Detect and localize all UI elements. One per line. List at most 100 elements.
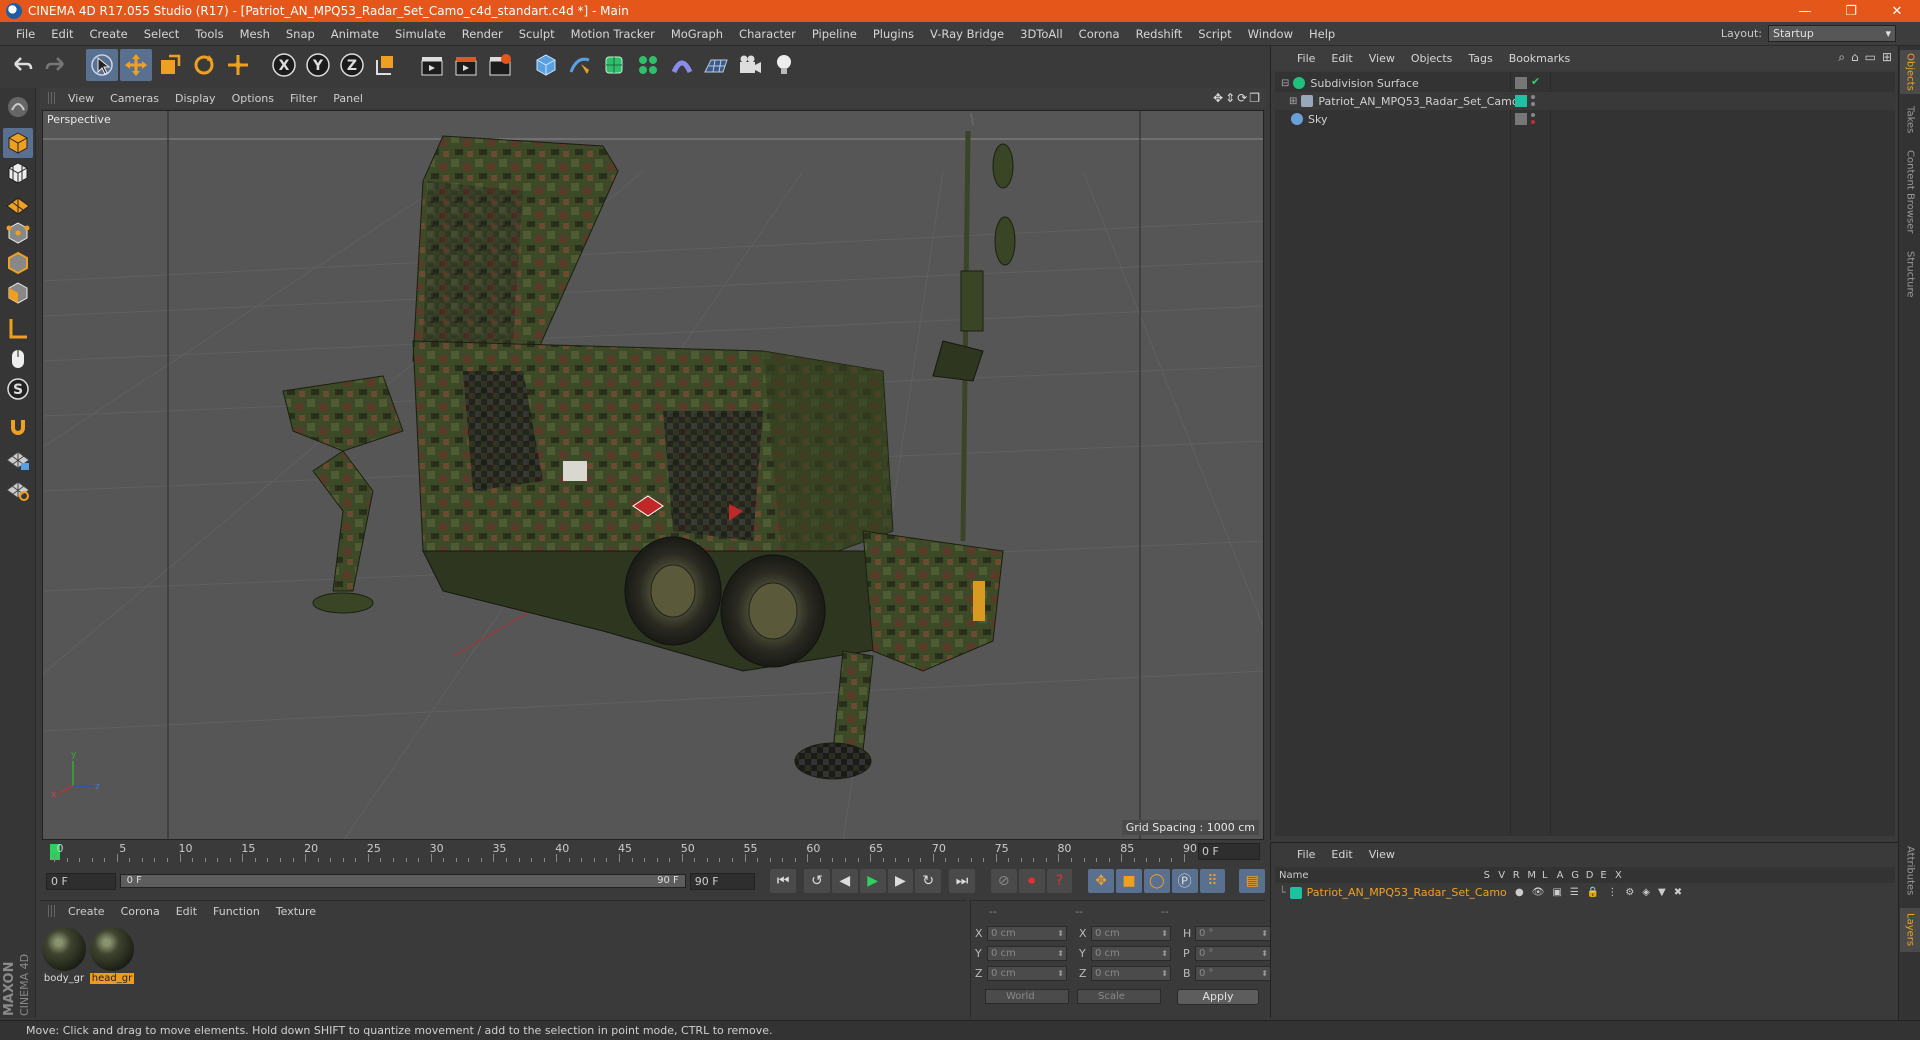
cube-primitive-button[interactable] — [530, 49, 562, 81]
menu-file[interactable]: File — [8, 27, 43, 41]
tab-content-browser[interactable]: Content Browser — [1900, 146, 1920, 238]
menu-window[interactable]: Window — [1240, 27, 1301, 41]
collapse-toggle-icon[interactable]: ⊟ — [1281, 78, 1289, 89]
menu-animate[interactable]: Animate — [323, 27, 387, 41]
object-menu-edit[interactable]: Edit — [1323, 52, 1360, 65]
material-menu-function[interactable]: Function — [205, 905, 268, 918]
viewport-menu-cameras[interactable]: Cameras — [102, 92, 167, 105]
home-icon[interactable]: ⌂ — [1851, 50, 1859, 65]
subdivision-surface-button[interactable] — [598, 49, 630, 81]
expression-icon[interactable]: ▼ — [1658, 887, 1666, 898]
object-row-patriot[interactable]: ⊞ Patriot_AN_MPQ53_Radar_Set_Camo — [1275, 92, 1895, 110]
make-editable-button[interactable] — [3, 92, 33, 122]
size-mode-dropdown[interactable]: Scale — [1077, 989, 1161, 1004]
material-body-gr[interactable]: body_gr — [42, 927, 86, 984]
tab-structure[interactable]: Structure — [1900, 246, 1920, 302]
render-settings-button[interactable] — [484, 49, 516, 81]
end-frame-field[interactable]: 90 F — [689, 872, 756, 890]
start-frame-field[interactable]: 0 F — [46, 872, 116, 890]
viewport-menu-panel[interactable]: Panel — [325, 92, 371, 105]
render-visibility-dot[interactable] — [1531, 120, 1535, 124]
workplane-mode-button[interactable] — [3, 188, 33, 218]
layer-column-x[interactable]: X — [1615, 870, 1622, 881]
rotation-h-field[interactable]: 0 ° — [1195, 926, 1271, 941]
next-frame-button[interactable]: ▶ — [887, 869, 914, 893]
live-selection-button[interactable] — [86, 49, 118, 81]
points-mode-button[interactable] — [3, 218, 33, 248]
layer-color-icon[interactable] — [1289, 886, 1302, 899]
rotate-tool-button[interactable] — [188, 49, 220, 81]
next-key-button[interactable]: ↻ — [915, 869, 942, 893]
layer-column-r[interactable]: R — [1513, 870, 1520, 881]
menu-plugins[interactable]: Plugins — [865, 27, 922, 41]
menu-motion-tracker[interactable]: Motion Tracker — [563, 27, 663, 41]
layer-column-d[interactable]: D — [1586, 870, 1594, 881]
layer-menu-edit[interactable]: Edit — [1323, 848, 1360, 861]
menu-sculpt[interactable]: Sculpt — [511, 27, 563, 41]
apply-button[interactable]: Apply — [1177, 989, 1259, 1005]
y-axis-lock-button[interactable]: Y — [302, 49, 334, 81]
layer-row-patriot[interactable]: └ Patriot_AN_MPQ53_Radar_Set_Camo ● 👁 ▣ … — [1275, 884, 1895, 901]
tab-layers[interactable]: Layers — [1900, 908, 1920, 952]
key-pla-button[interactable]: ⠿ — [1199, 869, 1226, 893]
object-row-sky[interactable]: Sky — [1275, 110, 1895, 128]
viewport-menu-filter[interactable]: Filter — [282, 92, 325, 105]
menu-tools[interactable]: Tools — [187, 27, 231, 41]
object-menu-view[interactable]: View — [1361, 52, 1403, 65]
solo-dot-icon[interactable]: ● — [1515, 887, 1524, 898]
workplane-lock-button[interactable] — [3, 444, 33, 474]
menu-edit[interactable]: Edit — [43, 27, 81, 41]
material-head-gr[interactable]: head_gr — [90, 927, 134, 984]
polygons-mode-button[interactable] — [3, 278, 33, 308]
layer-column-e[interactable]: E — [1600, 870, 1606, 881]
key-position-button[interactable]: ✥ — [1088, 869, 1115, 893]
layer-menu-file[interactable]: File — [1289, 848, 1323, 861]
z-axis-lock-button[interactable]: Z — [336, 49, 368, 81]
tab-takes[interactable]: Takes — [1900, 102, 1920, 138]
viewport-menu-options[interactable]: Options — [224, 92, 282, 105]
layout-dropdown[interactable]: Startup — [1768, 25, 1896, 42]
zoom-view-icon[interactable]: ⇕ — [1225, 91, 1235, 105]
viewport-menu-view[interactable]: View — [60, 92, 102, 105]
perspective-viewport[interactable]: y z x Perspective Grid Spacing : 1000 cm — [42, 110, 1264, 840]
go-to-end-button[interactable]: ⏭ — [949, 869, 975, 893]
tab-attributes[interactable]: Attributes — [1900, 840, 1920, 902]
position-x-field[interactable]: 0 cm — [987, 926, 1067, 941]
menu-create[interactable]: Create — [82, 27, 136, 41]
new-window-icon[interactable]: ▭ — [1865, 50, 1876, 65]
timeline-ruler[interactable]: 0 5 10 15 20 25 30 35 40 45 50 55 60 65 70 75 80 85 90 0 F — [40, 840, 1266, 864]
lock-icon[interactable]: 🔒 — [1587, 887, 1599, 898]
previous-frame-button[interactable]: ◀ — [831, 869, 858, 893]
tab-objects[interactable]: Objects — [1900, 50, 1920, 94]
key-rotation-button[interactable]: ◯ — [1143, 869, 1170, 893]
layer-menu-view[interactable]: View — [1361, 848, 1403, 861]
move-view-icon[interactable]: ✥ — [1213, 91, 1223, 105]
redo-button[interactable] — [40, 49, 72, 81]
generator-icon[interactable]: ⚙ — [1625, 887, 1634, 898]
object-row-subdivision-surface[interactable]: ⊟ Subdivision Surface ✔ — [1275, 74, 1895, 92]
material-menu-create[interactable]: Create — [60, 905, 113, 918]
menu-v-ray-bridge[interactable]: V-Ray Bridge — [922, 27, 1012, 41]
maximize-view-icon[interactable]: ❐ — [1249, 91, 1260, 105]
previous-key-button[interactable]: ↺ — [804, 869, 830, 893]
menu-simulate[interactable]: Simulate — [387, 27, 454, 41]
layer-column-v[interactable]: V — [1498, 870, 1505, 881]
render-clapper-icon[interactable]: ▣ — [1552, 887, 1561, 898]
rotate-view-icon[interactable]: ⟳ — [1237, 91, 1247, 105]
coordinate-space-dropdown[interactable]: World — [985, 989, 1069, 1004]
menu-help[interactable]: Help — [1301, 27, 1343, 41]
object-menu-objects[interactable]: Objects — [1403, 52, 1461, 65]
material-menu-edit[interactable]: Edit — [168, 905, 205, 918]
menu-mograph[interactable]: MoGraph — [663, 27, 731, 41]
xref-icon[interactable]: ✖ — [1674, 887, 1682, 898]
timeline-window-button[interactable]: ▤ — [1239, 869, 1266, 893]
menu-mesh[interactable]: Mesh — [232, 27, 278, 41]
axis-mode-button[interactable] — [3, 314, 33, 344]
menu-character[interactable]: Character — [731, 27, 804, 41]
record-keys-button[interactable]: ⏺ — [1018, 869, 1045, 893]
position-z-field[interactable]: 0 cm — [987, 966, 1067, 981]
array-generator-button[interactable] — [632, 49, 664, 81]
motion-record-button[interactable]: ⊘ — [990, 869, 1017, 893]
deformer-button[interactable] — [666, 49, 698, 81]
floor-button[interactable] — [700, 49, 732, 81]
